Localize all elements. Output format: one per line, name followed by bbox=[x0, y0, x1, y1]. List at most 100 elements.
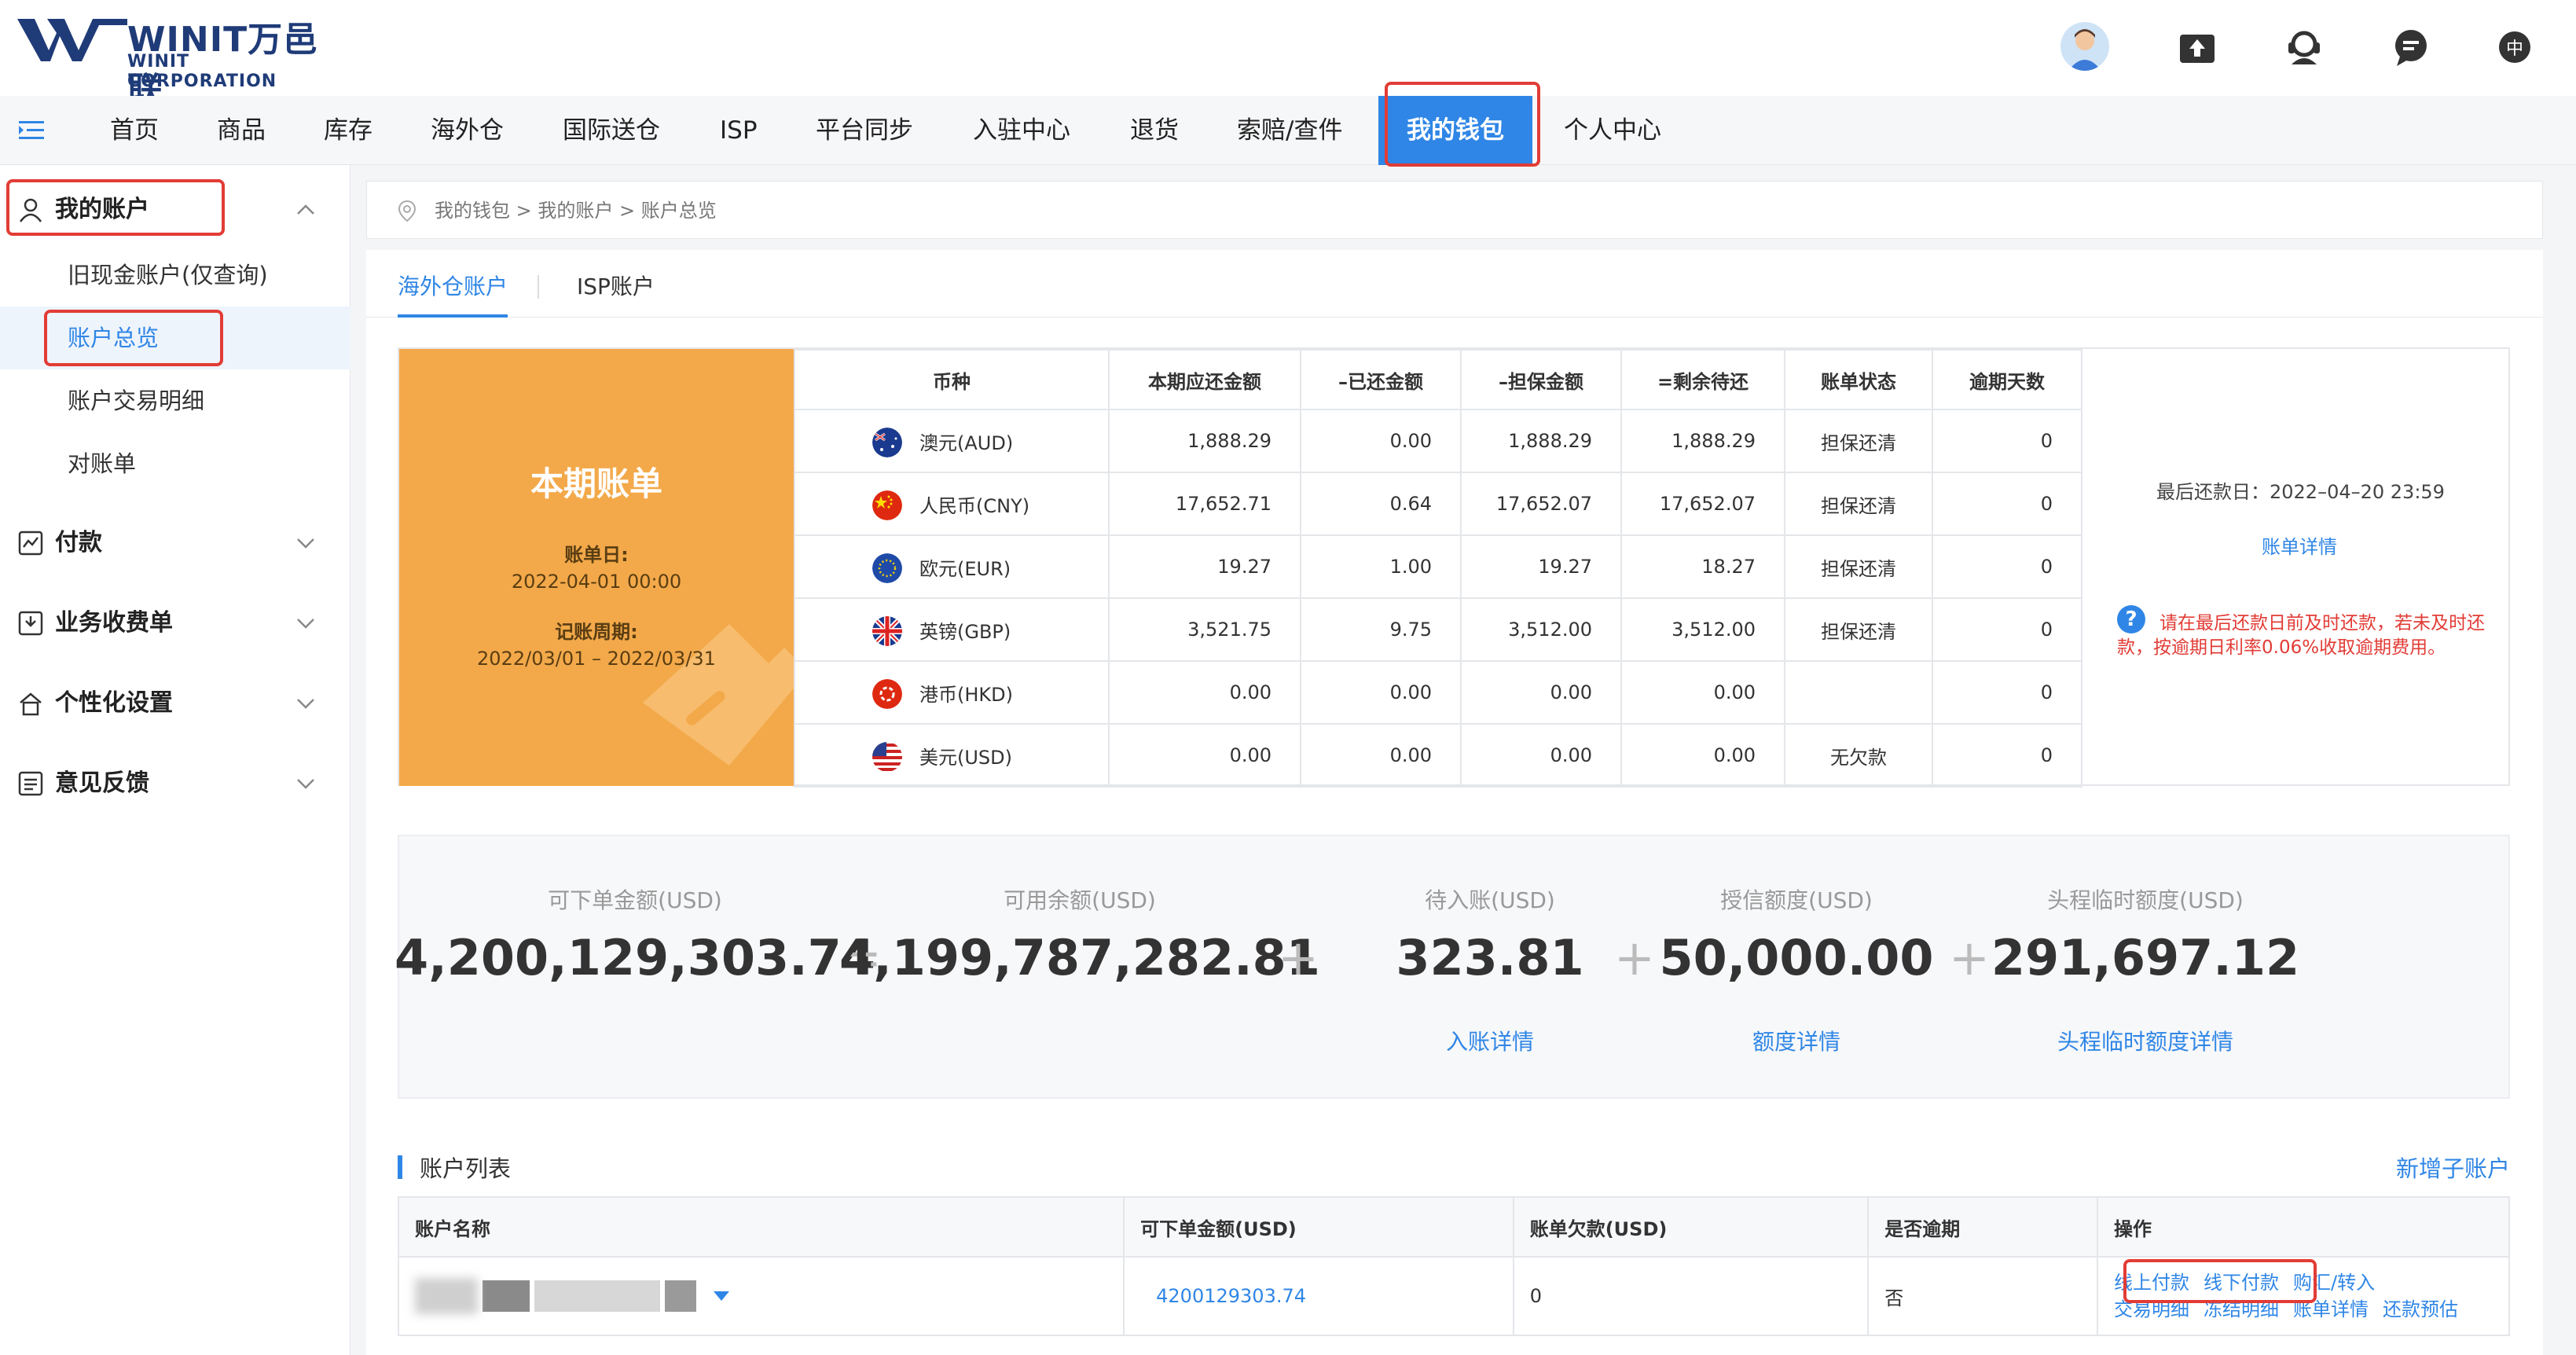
temp-credit-label: 头程临时额度(USD) bbox=[2047, 887, 2244, 913]
remaining-cell: 1,888.29 bbox=[1620, 409, 1785, 473]
plus-sign: + bbox=[1614, 929, 1655, 986]
sidebar-item-legacy-cash[interactable]: 旧现金账户(仅查询) bbox=[0, 244, 350, 307]
language-icon[interactable]: 中 bbox=[2493, 25, 2537, 69]
remaining-cell: 17,652.07 bbox=[1620, 472, 1785, 536]
sidebar-group-payment[interactable]: 付款 bbox=[0, 517, 350, 569]
status-cell bbox=[1784, 660, 1933, 725]
bill-details-link[interactable]: 账单详情 bbox=[2293, 1298, 2369, 1320]
download-icon bbox=[18, 611, 43, 636]
nav-inventory[interactable]: 库存 bbox=[324, 96, 372, 165]
bill-date-label: 账单日: bbox=[564, 544, 629, 566]
sidebar-group-my-account[interactable]: 我的账户 bbox=[0, 184, 350, 236]
nav-my-wallet[interactable]: 我的钱包 bbox=[1378, 96, 1532, 165]
nav-products[interactable]: 商品 bbox=[217, 96, 266, 165]
sidebar-item-transactions[interactable]: 账户交易明细 bbox=[0, 369, 350, 432]
overdue-cell: 0 bbox=[1932, 472, 2082, 536]
sidebar-item-account-overview[interactable]: 账户总览 bbox=[0, 307, 350, 369]
currency-cell: 人民币(CNY) bbox=[794, 472, 1110, 536]
bill-period-label: 记账周期: bbox=[555, 621, 638, 643]
remaining-cell: 18.27 bbox=[1620, 534, 1785, 599]
nav-isp[interactable]: ISP bbox=[720, 96, 758, 165]
tab-overseas-warehouse-account[interactable]: 海外仓账户 bbox=[398, 250, 508, 318]
orderable-amount-value: 4,200,129,303.74 bbox=[394, 929, 875, 986]
table-row: 欧元(EUR) 19.27 1.00 19.27 18.27 担保还清 0 bbox=[794, 534, 2082, 599]
chevron-down-icon bbox=[297, 619, 314, 629]
message-icon[interactable] bbox=[2389, 25, 2433, 69]
balance-summary: 可下单金额(USD) 4,200,129,303.74 = 可用余额(USD) … bbox=[394, 835, 2510, 1099]
fx-transfer-link[interactable]: 购汇/转入 bbox=[2293, 1272, 2375, 1294]
nav-platform-sync[interactable]: 平台同步 bbox=[816, 96, 913, 165]
winit-logo[interactable]: WINIT万邑联 WINIT CORPORATION bbox=[17, 11, 332, 110]
guarantee-cell: 1,888.29 bbox=[1460, 409, 1622, 473]
user-avatar[interactable] bbox=[2060, 22, 2109, 71]
orderable-amount-link[interactable]: 4200129303.74 bbox=[1156, 1285, 1306, 1307]
redacted-name bbox=[534, 1280, 660, 1312]
account-list-title: 账户列表 bbox=[420, 1155, 512, 1182]
nav-onboarding-center[interactable]: 入驻中心 bbox=[973, 96, 1070, 165]
question-icon[interactable]: ? bbox=[2117, 605, 2145, 633]
chevron-down-icon bbox=[297, 699, 314, 709]
menu-collapse-icon[interactable] bbox=[16, 115, 47, 146]
guarantee-cell: 0.00 bbox=[1460, 723, 1622, 788]
credit-limit-label: 授信额度(USD) bbox=[1720, 887, 1873, 913]
sidebar-group-personalization[interactable]: 个性化设置 bbox=[0, 678, 350, 729]
guarantee-cell: 0.00 bbox=[1460, 660, 1622, 725]
table-row: 人民币(CNY) 17,652.71 0.64 17,652.07 17,652… bbox=[794, 472, 2082, 536]
upload-icon[interactable] bbox=[2175, 25, 2219, 69]
col-is-overdue: 是否逾期 bbox=[1867, 1196, 2098, 1258]
nav-home[interactable]: 首页 bbox=[110, 96, 159, 165]
australia-flag-icon bbox=[872, 428, 902, 457]
tab-isp-account[interactable]: ISP账户 bbox=[577, 250, 655, 318]
pending-credit-value: 323.81 bbox=[1396, 929, 1584, 986]
online-payment-link[interactable]: 线上付款 bbox=[2114, 1272, 2189, 1294]
account-dropdown-caret-icon[interactable] bbox=[714, 1291, 729, 1301]
status-cell: 担保还清 bbox=[1784, 472, 1933, 536]
chevron-down-icon bbox=[297, 538, 314, 549]
customer-service-icon[interactable] bbox=[2282, 25, 2326, 69]
nav-personal-center[interactable]: 个人中心 bbox=[1564, 96, 1661, 165]
nav-returns[interactable]: 退货 bbox=[1130, 96, 1179, 165]
logo-subtext: WINIT CORPORATION bbox=[127, 52, 277, 91]
nav-claims[interactable]: 索赔/查件 bbox=[1237, 96, 1342, 165]
due-cell: 17,652.71 bbox=[1108, 472, 1301, 536]
guarantee-cell: 3,512.00 bbox=[1460, 597, 1622, 662]
sidebar: 我的账户 旧现金账户(仅查询) 账户总览 账户交易明细 对账单 付款 业务收费单 bbox=[0, 165, 350, 1355]
sidebar-group-feedback[interactable]: 意见反馈 bbox=[0, 758, 350, 810]
remaining-cell: 3,512.00 bbox=[1620, 597, 1785, 662]
paid-cell: 0.00 bbox=[1300, 409, 1462, 473]
bill-detail-link[interactable]: 账单详情 bbox=[2262, 531, 2337, 559]
col-currency: 币种 bbox=[794, 349, 1110, 410]
account-list-table: 账户名称 可下单金额(USD) 账单欠款(USD) 是否逾期 操作 420012… bbox=[397, 1196, 2510, 1336]
nav-intl-delivery[interactable]: 国际送仓 bbox=[563, 96, 660, 165]
credit-limit-value: 50,000.00 bbox=[1659, 929, 1934, 986]
chart-icon bbox=[18, 531, 43, 556]
paid-cell: 0.00 bbox=[1300, 723, 1462, 788]
repayment-estimate-link[interactable]: 还款预估 bbox=[2383, 1298, 2458, 1320]
bill-table-header: 币种 本期应还金额 –已还金额 –担保金额 =剩余待还 账单状态 逾期天数 bbox=[794, 349, 2082, 410]
col-orderable-amount: 可下单金额(USD) bbox=[1123, 1196, 1514, 1258]
plus-sign: + bbox=[1278, 929, 1319, 986]
orderable-amount-cell[interactable]: 4200129303.74 bbox=[1123, 1256, 1514, 1336]
pending-credit-detail-link[interactable]: 入账详情 bbox=[1446, 1025, 1534, 1056]
status-cell: 担保还清 bbox=[1784, 534, 1933, 599]
sidebar-group-fees[interactable]: 业务收费单 bbox=[0, 597, 350, 649]
top-header: WINIT万邑联 WINIT CORPORATION 中 bbox=[0, 0, 2576, 110]
temp-credit-detail-link[interactable]: 头程临时额度详情 bbox=[2057, 1025, 2233, 1056]
sidebar-item-statements[interactable]: 对账单 bbox=[0, 432, 350, 495]
offline-payment-link[interactable]: 线下付款 bbox=[2204, 1272, 2279, 1294]
tab-divider bbox=[538, 275, 539, 299]
sidebar-group-label: 业务收费单 bbox=[55, 609, 173, 637]
credit-limit-detail-link[interactable]: 额度详情 bbox=[1752, 1025, 1840, 1056]
add-sub-account-link[interactable]: 新增子账户 bbox=[2396, 1151, 2510, 1184]
overdue-cell: 0 bbox=[1932, 534, 2082, 599]
frozen-details-link[interactable]: 冻结明细 bbox=[2204, 1298, 2279, 1320]
us-flag-icon bbox=[872, 742, 902, 772]
nav-overseas-warehouse[interactable]: 海外仓 bbox=[431, 96, 504, 165]
paid-cell: 1.00 bbox=[1300, 534, 1462, 599]
available-balance-label: 可用余额(USD) bbox=[1004, 887, 1156, 913]
main-nav: 首页 商品 库存 海外仓 国际送仓 ISP 平台同步 入驻中心 退货 索赔/查件… bbox=[0, 96, 2576, 165]
debt-cell: 0 bbox=[1512, 1256, 1870, 1336]
due-cell: 3,521.75 bbox=[1108, 597, 1301, 662]
transaction-details-link[interactable]: 交易明细 bbox=[2114, 1298, 2189, 1320]
col-status: 账单状态 bbox=[1784, 349, 1933, 410]
